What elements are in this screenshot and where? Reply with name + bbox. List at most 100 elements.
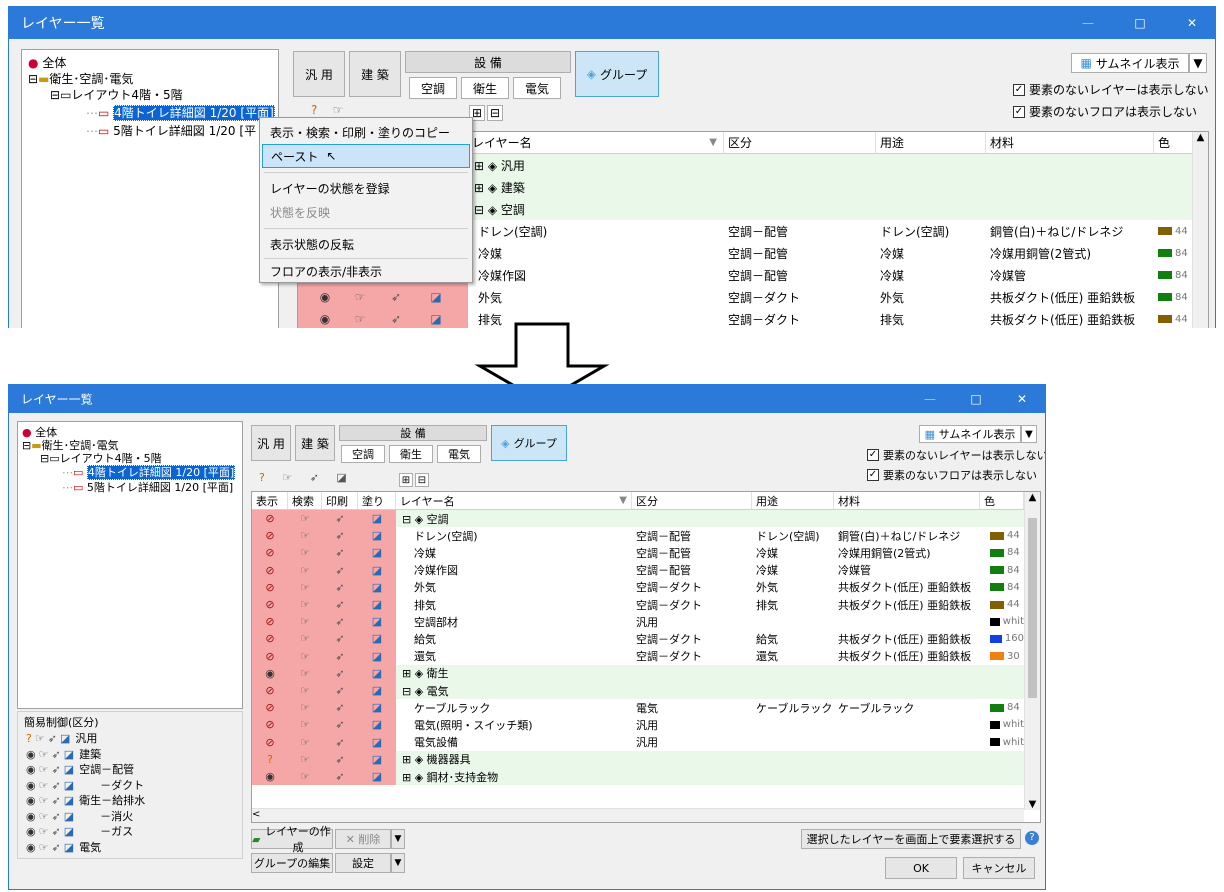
fill-icon[interactable]: ◪ <box>358 648 396 665</box>
search-icon[interactable]: ☞ <box>342 286 378 308</box>
print-icon[interactable]: ➶ <box>51 794 60 807</box>
print-icon[interactable]: ➶ <box>51 748 60 761</box>
tab-sanitary[interactable]: 衛生 <box>461 77 509 99</box>
search-icon[interactable]: ☞ <box>39 825 49 838</box>
simple-control-item[interactable]: ? ☞ ➶ ◪ 汎用 <box>26 730 97 746</box>
table-row[interactable]: ⊘ ☞ ➶ ◪ 給気 空調－ダクト 給気 共板ダクト(低圧) 亜鉛鉄板 160 <box>252 630 1024 648</box>
tab-electric[interactable]: 電気 <box>513 77 561 99</box>
menu-item-copy[interactable]: 表示・検索・印刷・塗りのコピー <box>262 120 470 144</box>
chevron-down-icon[interactable]: ▼ <box>1021 425 1037 443</box>
fill-icon[interactable]: ◪ <box>358 699 396 716</box>
print-icon[interactable]: ➶ <box>322 751 358 768</box>
create-layer-button[interactable]: ▰ レイヤーの作成 <box>251 825 333 854</box>
search-icon[interactable]: ☞ <box>288 699 322 716</box>
minimize-button[interactable]: — <box>1065 7 1111 39</box>
print-icon[interactable]: ➶ <box>51 779 60 792</box>
visibility-icon[interactable]: ⊘ <box>252 510 288 527</box>
visibility-icon[interactable]: ⊘ <box>252 734 288 751</box>
table-row[interactable]: ⊘ ☞ ➶ ◪ 冷媒 空調－配管 冷媒 冷媒用銅管(2管式) 84 <box>252 544 1024 562</box>
table-row[interactable]: ◉ ☞ ➶ ◪ 排気 空調－ダクト 排気 共板ダクト(低圧) 亜鉛鉄板 44 <box>298 308 1192 328</box>
simple-control-item[interactable]: ◉ ☞ ➶ ◪ －ガス <box>26 823 133 839</box>
column-division[interactable]: 区分 <box>632 492 752 509</box>
menu-item-floor-toggle[interactable]: フロアの表示/非表示 <box>262 260 470 282</box>
tab-general[interactable]: 汎 用 <box>251 425 291 461</box>
tree-node-5f[interactable]: ⋯▭ 5階トイレ詳細図 1/20 [平 <box>86 122 256 139</box>
horizontal-scrollbar[interactable]: < <box>252 808 1024 822</box>
simple-control-item[interactable]: ◉ ☞ ➶ ◪ －消火 <box>26 808 133 824</box>
group-row[interactable]: ⊘ ☞ ➶ ◪ ⊟ ◈ 空調 <box>252 510 1024 528</box>
tab-equipment[interactable]: 設 備 <box>339 425 487 441</box>
fill-icon[interactable]: ◪ <box>64 763 74 776</box>
print-icon[interactable]: ➶ <box>322 665 358 682</box>
column-layer-name[interactable]: レイヤー名 ▼ <box>396 492 632 509</box>
search-icon[interactable]: ☞ <box>288 579 322 596</box>
search-icon[interactable]: ☞ <box>35 732 45 745</box>
simple-control-item[interactable]: ◉ ☞ ➶ ◪ －ダクト <box>26 777 144 793</box>
group-row[interactable]: ? ☞ ➶ ◪ ⊞ ◈ 機器器具 <box>252 750 1024 768</box>
tab-architecture[interactable]: 建 築 <box>349 51 401 97</box>
group-row[interactable]: ◉ ☞ ➶ ◪ ⊞ ◈ 鋼材･支持金物 <box>252 768 1024 786</box>
search-icon[interactable]: ☞ <box>288 665 322 682</box>
visibility-icon[interactable]: ⊘ <box>252 682 288 699</box>
thumbnail-view-dropdown[interactable]: ▦ サムネイル表示 <box>1071 53 1189 73</box>
fill-icon[interactable]: ◪ <box>358 527 396 544</box>
table-row[interactable]: ⊘ ☞ ➶ ◪ 空調部材 汎用 whit <box>252 613 1024 631</box>
hide-empty-floors-checkbox[interactable]: ✓ 要素のないフロアは表示しない <box>867 467 1037 483</box>
edit-group-button[interactable]: グループの編集 <box>251 853 333 873</box>
thumbnail-view-dropdown[interactable]: ▦ サムネイル表示 <box>919 425 1021 443</box>
print-icon[interactable]: ➶ <box>322 596 358 613</box>
group-button[interactable]: ◈ グループ <box>575 51 659 97</box>
visibility-icon[interactable]: ◉ <box>252 665 288 682</box>
vertical-scrollbar[interactable]: ▲ ▼ <box>1024 492 1040 810</box>
simple-control-item[interactable]: ◉ ☞ ➶ ◪ 電気 <box>26 839 101 855</box>
fill-icon[interactable]: ◪ <box>60 732 70 745</box>
print-icon[interactable]: ➶ <box>322 716 358 733</box>
collapse-all-button[interactable]: ⊟ <box>415 473 429 487</box>
visibility-icon[interactable]: ⊘ <box>252 596 288 613</box>
table-row[interactable]: ◉ ☞ ➶ ◪ 外気 空調－ダクト 外気 共板ダクト(低圧) 亜鉛鉄板 84 <box>298 286 1192 308</box>
print-icon[interactable]: ➶ <box>378 308 414 328</box>
print-icon[interactable]: ➶ <box>322 682 358 699</box>
table-row[interactable]: ⊘ ☞ ➶ ◪ 電気設備 汎用 whit <box>252 733 1024 751</box>
search-icon[interactable]: ☞ <box>288 527 322 544</box>
column-color[interactable]: 色 <box>980 492 1024 509</box>
visibility-icon[interactable]: ◉ <box>26 810 36 823</box>
visibility-icon[interactable]: ⊘ <box>252 648 288 665</box>
print-icon[interactable]: ➶ <box>51 841 60 854</box>
print-icon[interactable]: ➶ <box>322 699 358 716</box>
fill-icon[interactable]: ◪ <box>358 716 396 733</box>
print-icon[interactable]: ➶ <box>322 613 358 630</box>
tree-node-5f[interactable]: ⋯▭ 5階トイレ詳細図 1/20 [平面] <box>62 479 233 495</box>
tree-node-layout[interactable]: ⊟▭レイアウト4階・5階 <box>50 86 183 103</box>
visibility-icon[interactable]: ◉ <box>26 779 36 792</box>
fill-icon[interactable]: ◪ <box>64 825 74 838</box>
maximize-button[interactable]: □ <box>1117 7 1163 39</box>
print-icon[interactable]: ➶ <box>322 544 358 561</box>
column-division[interactable]: 区分 <box>724 132 876 153</box>
tab-sanitary[interactable]: 衛生 <box>389 445 433 463</box>
tab-aircon[interactable]: 空調 <box>341 445 385 463</box>
column-show[interactable]: 表示 <box>252 492 288 509</box>
group-button[interactable]: ◈ グループ <box>491 425 567 461</box>
fill-icon[interactable]: ◪ <box>358 613 396 630</box>
fill-icon[interactable]: ◪ <box>358 682 396 699</box>
fill-icon[interactable]: ◪ <box>358 510 396 527</box>
scrollbar-thumb[interactable] <box>1028 518 1037 698</box>
search-icon[interactable]: ☞ <box>288 751 322 768</box>
close-button[interactable]: ✕ <box>999 385 1045 413</box>
search-icon[interactable]: ☞ <box>288 682 322 699</box>
visibility-icon[interactable]: ◉ <box>252 768 288 785</box>
visibility-icon[interactable]: ◉ <box>26 841 36 854</box>
cancel-button[interactable]: キャンセル <box>963 857 1035 879</box>
search-icon[interactable]: ☞ <box>39 779 49 792</box>
maximize-button[interactable]: □ <box>953 385 999 413</box>
vertical-scrollbar[interactable]: ▲ <box>1192 132 1208 328</box>
simple-control-item[interactable]: ◉ ☞ ➶ ◪ 空調－配管 <box>26 761 134 777</box>
visibility-icon[interactable]: ⊘ <box>252 716 288 733</box>
fill-icon[interactable]: ◪ <box>358 544 396 561</box>
visibility-icon[interactable]: ⊘ <box>252 544 288 561</box>
tab-architecture[interactable]: 建 築 <box>295 425 335 461</box>
fill-icon[interactable]: ◪ <box>358 596 396 613</box>
delete-button[interactable]: ✕ 削除 <box>335 829 391 849</box>
print-icon[interactable]: ➶ <box>322 510 358 527</box>
